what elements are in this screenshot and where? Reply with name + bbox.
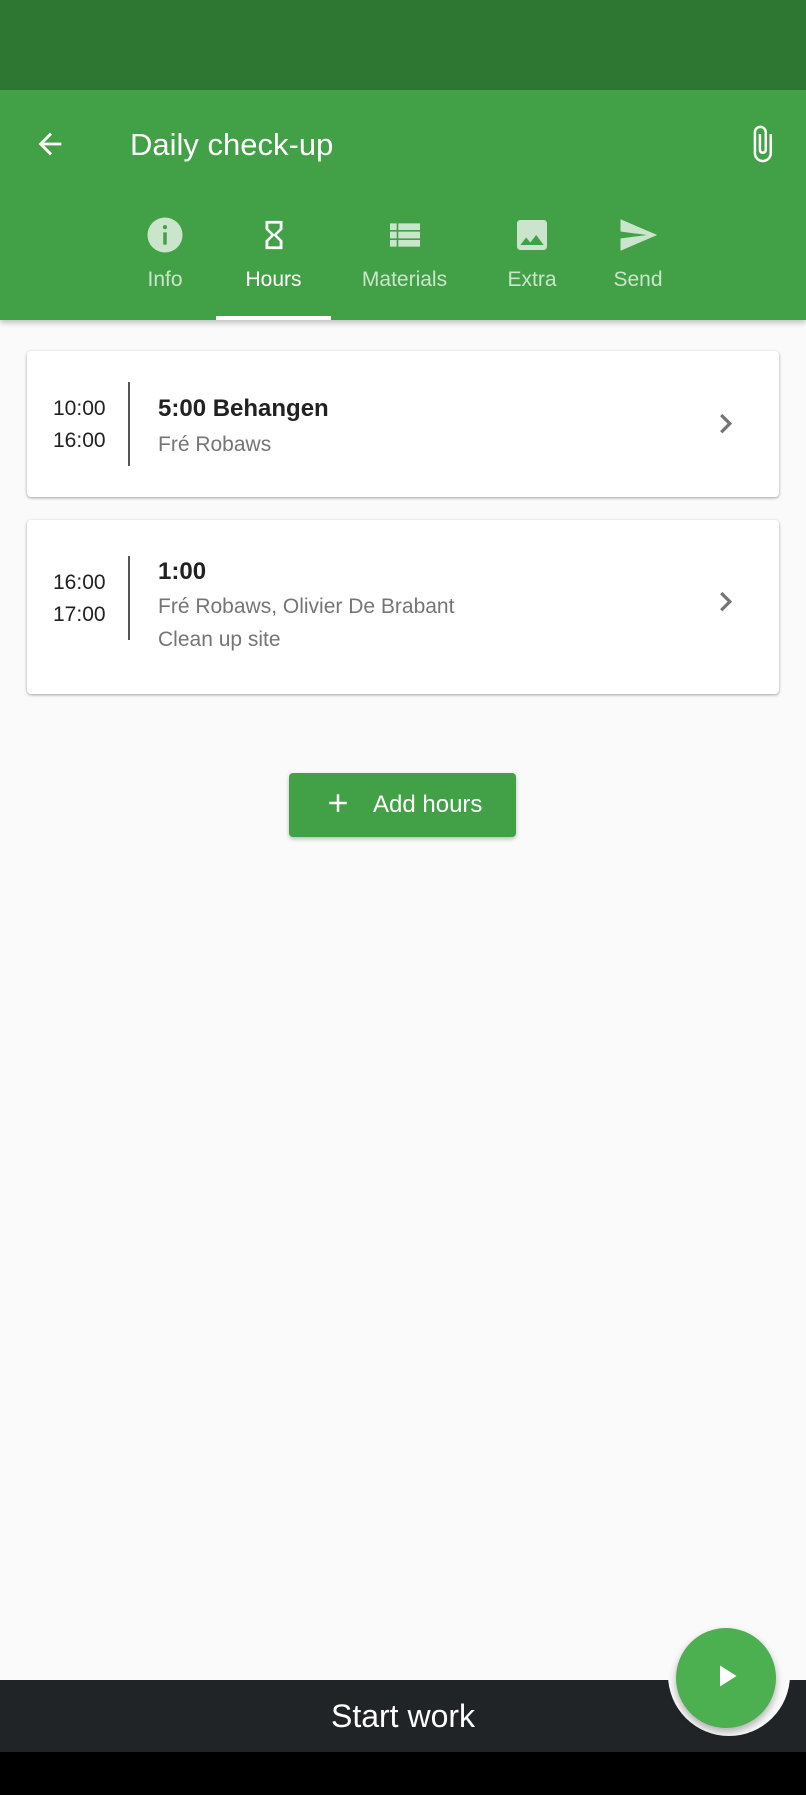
start-work-fab[interactable] xyxy=(676,1628,776,1728)
end-time: 17:00 xyxy=(53,603,106,626)
hourglass-icon xyxy=(257,210,291,260)
active-tab-indicator xyxy=(216,316,331,320)
plus-icon xyxy=(323,788,353,823)
time-range: 10:00 16:00 xyxy=(53,393,106,457)
tab-send[interactable]: Send xyxy=(598,200,678,320)
entry-title: 5:00 Behangen xyxy=(158,395,329,422)
time-divider xyxy=(128,382,130,466)
start-time: 16:00 xyxy=(53,571,106,594)
tab-info[interactable]: Info xyxy=(125,200,205,320)
status-bar xyxy=(0,0,806,90)
add-hours-button[interactable]: Add hours xyxy=(289,773,516,837)
start-work-label: Start work xyxy=(330,1697,476,1734)
hours-entry-card[interactable]: 10:00 16:00 5:00 Behangen Fré Robaws xyxy=(27,351,779,497)
tab-hours-label: Hours xyxy=(245,268,302,291)
play-icon xyxy=(708,1658,744,1699)
system-nav-bar xyxy=(0,1752,806,1795)
tab-bar: Info Hours Materials Extra Send xyxy=(0,200,806,320)
list-icon xyxy=(385,210,425,260)
end-time: 16:00 xyxy=(53,429,106,452)
attach-button[interactable] xyxy=(732,114,792,178)
chevron-right-icon xyxy=(711,404,741,444)
arrow-left-icon xyxy=(33,127,67,166)
time-range: 16:00 17:00 xyxy=(53,567,106,631)
chevron-right-icon xyxy=(711,582,741,622)
entry-people: Fré Robaws, Olivier De Brabant xyxy=(158,595,455,618)
entry-people: Fré Robaws xyxy=(158,433,272,456)
start-time: 10:00 xyxy=(53,397,106,420)
time-divider xyxy=(128,556,130,640)
tab-materials[interactable]: Materials xyxy=(352,200,457,320)
paperclip-icon xyxy=(742,121,782,172)
tab-info-label: Info xyxy=(147,268,183,291)
tab-extra[interactable]: Extra xyxy=(492,200,572,320)
entry-note: Clean up site xyxy=(158,628,281,651)
tab-materials-label: Materials xyxy=(361,268,448,291)
send-icon xyxy=(617,210,659,260)
hours-entry-card[interactable]: 16:00 17:00 1:00 Fré Robaws, Olivier De … xyxy=(27,520,779,694)
tab-send-label: Send xyxy=(613,268,663,291)
tab-extra-label: Extra xyxy=(507,268,557,291)
info-icon xyxy=(144,210,186,260)
entry-title: 1:00 xyxy=(158,558,207,585)
app-bar: Daily check-up Info Hours Materials Extr… xyxy=(0,90,806,320)
back-button[interactable] xyxy=(20,116,80,176)
tab-hours[interactable]: Hours xyxy=(216,200,331,320)
add-hours-label: Add hours xyxy=(373,791,483,818)
image-icon xyxy=(512,210,552,260)
page-title: Daily check-up xyxy=(130,127,334,162)
